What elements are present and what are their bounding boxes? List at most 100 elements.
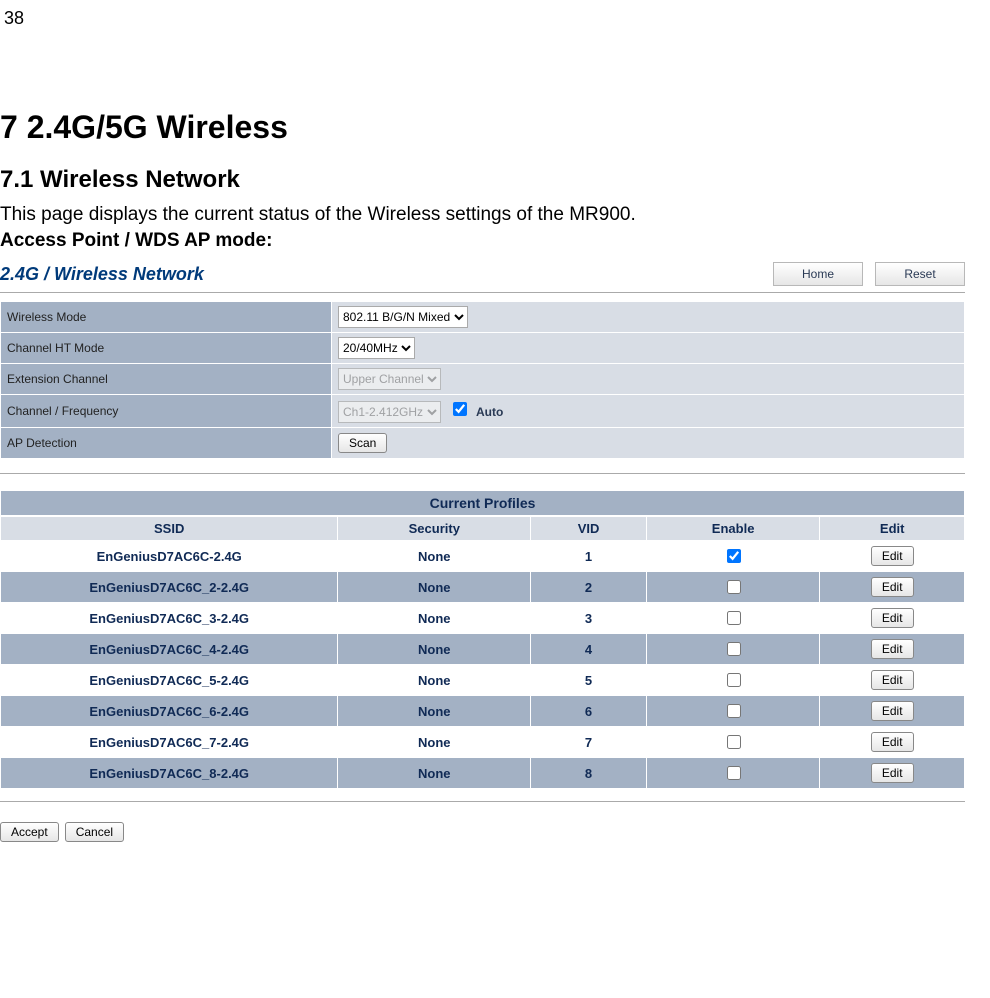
setting-label: Extension Channel [1, 364, 332, 395]
table-row: EnGeniusD7AC6C-2.4GNone1 Edit [1, 541, 965, 572]
vid-cell: 6 [531, 696, 647, 727]
edit-cell: Edit [820, 665, 965, 696]
mode-label: Access Point / WDS AP mode: [0, 230, 990, 252]
settings-table: Wireless Mode 802.11 B/G/N Mixed Channel H… [0, 301, 965, 459]
table-row: EnGeniusD7AC6C_4-2.4GNone4 Edit [1, 634, 965, 665]
enable-checkbox[interactable] [727, 766, 741, 780]
enable-checkbox[interactable] [727, 611, 741, 625]
profiles-header: Current Profiles [0, 490, 965, 516]
ssid-cell: EnGeniusD7AC6C_5-2.4G [1, 665, 338, 696]
auto-checkbox[interactable] [453, 402, 467, 416]
home-button[interactable]: Home [773, 262, 863, 286]
accept-button[interactable]: Accept [0, 822, 59, 842]
enable-cell [646, 696, 820, 727]
enable-checkbox[interactable] [727, 549, 741, 563]
scan-button[interactable]: Scan [338, 433, 387, 453]
auto-label: Auto [476, 405, 503, 419]
divider [0, 292, 965, 293]
col-security: Security [338, 517, 531, 541]
ssid-cell: EnGeniusD7AC6C_2-2.4G [1, 572, 338, 603]
setting-value-cell: Upper Channel [332, 364, 965, 395]
enable-cell [646, 541, 820, 572]
table-row: EnGeniusD7AC6C_7-2.4GNone7 Edit [1, 727, 965, 758]
setting-select: Ch1-2.412GHz [338, 401, 441, 423]
edit-button[interactable]: Edit [871, 732, 914, 752]
edit-button[interactable]: Edit [871, 639, 914, 659]
edit-cell: Edit [820, 634, 965, 665]
vid-cell: 8 [531, 758, 647, 789]
enable-cell [646, 758, 820, 789]
section-heading: 7.1 Wireless Network [0, 166, 990, 194]
security-cell: None [338, 634, 531, 665]
edit-cell: Edit [820, 758, 965, 789]
setting-select[interactable]: 20/40MHz [338, 337, 415, 359]
edit-cell: Edit [820, 603, 965, 634]
divider [0, 473, 965, 474]
setting-label: AP Detection [1, 428, 332, 459]
col-enable: Enable [646, 517, 820, 541]
chapter-heading: 7 2.4G/5G Wireless [0, 109, 990, 146]
vid-cell: 1 [531, 541, 647, 572]
enable-cell [646, 727, 820, 758]
security-cell: None [338, 758, 531, 789]
setting-value-cell: Scan [332, 428, 965, 459]
reset-button[interactable]: Reset [875, 262, 965, 286]
enable-checkbox[interactable] [727, 642, 741, 656]
enable-cell [646, 634, 820, 665]
security-cell: None [338, 603, 531, 634]
setting-label: Channel HT Mode [1, 333, 332, 364]
setting-value-cell: 802.11 B/G/N Mixed [332, 302, 965, 333]
ssid-cell: EnGeniusD7AC6C-2.4G [1, 541, 338, 572]
setting-label: Channel / Frequency [1, 395, 332, 428]
vid-cell: 3 [531, 603, 647, 634]
enable-checkbox[interactable] [727, 735, 741, 749]
enable-checkbox[interactable] [727, 580, 741, 594]
setting-select[interactable]: 802.11 B/G/N Mixed [338, 306, 468, 328]
security-cell: None [338, 572, 531, 603]
vid-cell: 5 [531, 665, 647, 696]
enable-cell [646, 572, 820, 603]
edit-button[interactable]: Edit [871, 701, 914, 721]
vid-cell: 4 [531, 634, 647, 665]
page-number: 38 [0, 0, 990, 29]
ssid-cell: EnGeniusD7AC6C_6-2.4G [1, 696, 338, 727]
enable-cell [646, 665, 820, 696]
cancel-button[interactable]: Cancel [65, 822, 124, 842]
ssid-cell: EnGeniusD7AC6C_3-2.4G [1, 603, 338, 634]
edit-button[interactable]: Edit [871, 670, 914, 690]
divider [0, 801, 965, 802]
edit-cell: Edit [820, 572, 965, 603]
setting-value-cell: 20/40MHz [332, 333, 965, 364]
security-cell: None [338, 541, 531, 572]
edit-button[interactable]: Edit [871, 763, 914, 783]
ssid-cell: EnGeniusD7AC6C_4-2.4G [1, 634, 338, 665]
security-cell: None [338, 727, 531, 758]
panel-title: 2.4G / Wireless Network [0, 264, 204, 285]
security-cell: None [338, 696, 531, 727]
setting-label: Wireless Mode [1, 302, 332, 333]
table-row: EnGeniusD7AC6C_8-2.4GNone8 Edit [1, 758, 965, 789]
enable-checkbox[interactable] [727, 704, 741, 718]
col-ssid: SSID [1, 517, 338, 541]
edit-cell: Edit [820, 541, 965, 572]
setting-select: Upper Channel [338, 368, 441, 390]
enable-cell [646, 603, 820, 634]
security-cell: None [338, 665, 531, 696]
edit-button[interactable]: Edit [871, 608, 914, 628]
edit-cell: Edit [820, 727, 965, 758]
table-row: EnGeniusD7AC6C_5-2.4GNone5 Edit [1, 665, 965, 696]
edit-cell: Edit [820, 696, 965, 727]
ssid-cell: EnGeniusD7AC6C_7-2.4G [1, 727, 338, 758]
edit-button[interactable]: Edit [871, 577, 914, 597]
col-edit: Edit [820, 517, 965, 541]
vid-cell: 2 [531, 572, 647, 603]
enable-checkbox[interactable] [727, 673, 741, 687]
table-row: EnGeniusD7AC6C_6-2.4GNone6 Edit [1, 696, 965, 727]
edit-button[interactable]: Edit [871, 546, 914, 566]
vid-cell: 7 [531, 727, 647, 758]
ssid-cell: EnGeniusD7AC6C_8-2.4G [1, 758, 338, 789]
col-vid: VID [531, 517, 647, 541]
section-description: This page displays the current status of… [0, 204, 990, 226]
profiles-table: SSID Security VID Enable Edit EnGeniusD7… [0, 516, 965, 789]
table-row: EnGeniusD7AC6C_2-2.4GNone2 Edit [1, 572, 965, 603]
